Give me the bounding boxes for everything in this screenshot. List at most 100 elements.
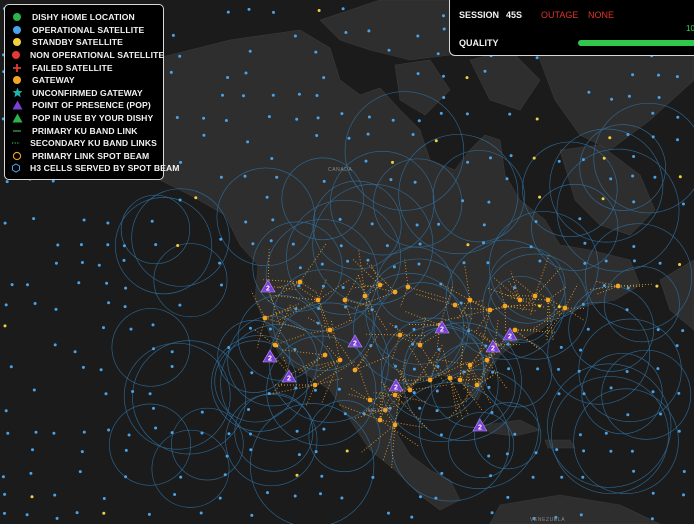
satellite-dot	[227, 346, 231, 349]
gateway-dot	[297, 279, 303, 285]
satellite-dot	[490, 411, 494, 414]
satellite-dot	[267, 115, 271, 119]
legend-label: NON OPERATIONAL SATELLITE	[30, 50, 165, 61]
satellite-dot	[681, 202, 685, 206]
satellite-dot	[82, 218, 86, 222]
satellite-dot	[73, 350, 77, 354]
gateway-dot	[312, 382, 318, 388]
gateway-dot	[392, 392, 398, 398]
satellite-dot	[321, 284, 325, 288]
satellite-dot	[601, 197, 605, 201]
satellite-dot	[3, 511, 6, 515]
gateway-dot	[452, 302, 458, 308]
satellite-dot	[313, 388, 317, 392]
legend-item-secondary-ku-links: SECONDARY KU BAND LINKS	[11, 137, 157, 150]
satellite-dot	[465, 112, 469, 116]
green-dot-icon	[11, 11, 23, 23]
satellite-dot	[491, 370, 495, 374]
satellite-dot	[219, 175, 223, 179]
satellite-dot	[344, 31, 348, 34]
satellite-dot	[367, 115, 371, 119]
satellite-dot	[583, 261, 587, 265]
satellite-dot	[435, 409, 439, 413]
satellite-dot	[226, 10, 230, 14]
orange-ring-icon	[11, 150, 23, 162]
satellite-dot	[339, 244, 343, 248]
satellite-dot	[535, 117, 539, 121]
gateway-dot	[327, 327, 333, 333]
satellite-dot	[200, 431, 204, 435]
satellite-dot	[218, 496, 222, 500]
satellite-dot	[178, 54, 182, 58]
satellite-dot	[651, 135, 655, 139]
satellite-dot	[416, 34, 420, 38]
outage-value: NONE	[588, 10, 615, 20]
satellite-dot	[462, 261, 466, 265]
legend-item-dishy-home: DISHY HOME LOCATION	[11, 11, 157, 24]
gateway-dot	[467, 297, 473, 303]
pop-count-label: 2	[478, 425, 482, 432]
satellite-dot	[152, 347, 155, 351]
quality-bar-fill	[578, 40, 694, 46]
outage-label: OUTAGE	[541, 10, 579, 20]
gateway-dot	[405, 284, 411, 290]
satellite-dot	[54, 261, 58, 265]
satellite-dot	[678, 175, 682, 179]
satellite-dot	[3, 492, 7, 496]
satellite-dot	[314, 450, 318, 454]
satellite-dot	[632, 155, 636, 158]
gateway-dot	[467, 362, 473, 368]
satellite-dot	[538, 304, 542, 308]
satellite-dot	[609, 386, 613, 390]
red-cross-icon	[11, 62, 23, 74]
map-label-canada: CANADA	[328, 167, 353, 173]
pop-count-label: 2	[491, 346, 495, 353]
satellite-dot	[630, 449, 634, 453]
map-label-venezuela: VENEZUELA	[530, 517, 565, 523]
satellite-dot	[370, 308, 374, 312]
satellite-dot	[129, 327, 133, 331]
satellite-dot	[248, 49, 252, 53]
satellite-dot	[581, 302, 585, 306]
satellite-dot	[466, 160, 470, 164]
gateway-dot	[367, 397, 373, 403]
satellite-dot	[608, 136, 612, 140]
satellite-dot	[682, 493, 685, 497]
satellite-dot	[626, 133, 630, 136]
satellite-dot	[270, 157, 274, 160]
gateway-dot	[512, 327, 518, 333]
satellite-dot	[604, 259, 608, 263]
gateway-dot	[322, 352, 328, 358]
satellite-dot	[105, 281, 109, 285]
gateway-dot	[262, 315, 268, 321]
satellite-dot	[412, 367, 416, 371]
satellite-dot	[651, 491, 655, 495]
satellite-dot	[529, 245, 533, 249]
gateway-dot	[377, 282, 383, 288]
satellite-dot	[341, 7, 345, 11]
satellite-dot	[505, 452, 509, 456]
satellite-dot	[340, 112, 344, 116]
satellite-dot	[555, 448, 559, 452]
satellite-dot	[320, 474, 324, 478]
satellite-dot	[465, 76, 469, 80]
satellite-dot	[531, 475, 535, 479]
satellite-dot	[579, 348, 583, 352]
satellite-dot	[609, 177, 613, 181]
satellite-dot	[483, 69, 487, 73]
satellite-dot	[489, 156, 492, 160]
satellite-dot	[392, 265, 396, 269]
satellite-dot	[462, 370, 466, 374]
satellite-dot	[102, 326, 105, 330]
satellite-dot	[271, 218, 275, 222]
satellite-dot	[219, 237, 223, 241]
purple-triangle-icon	[11, 99, 23, 111]
satellite-dot	[131, 390, 135, 393]
satellite-dot	[344, 305, 347, 309]
satellite-dot	[218, 261, 222, 265]
satellite-dot	[194, 196, 198, 200]
blue-dot-icon	[11, 24, 23, 36]
legend-label: GATEWAY	[32, 75, 75, 86]
satellite-dot	[152, 406, 155, 410]
gateway-dot	[397, 332, 403, 338]
